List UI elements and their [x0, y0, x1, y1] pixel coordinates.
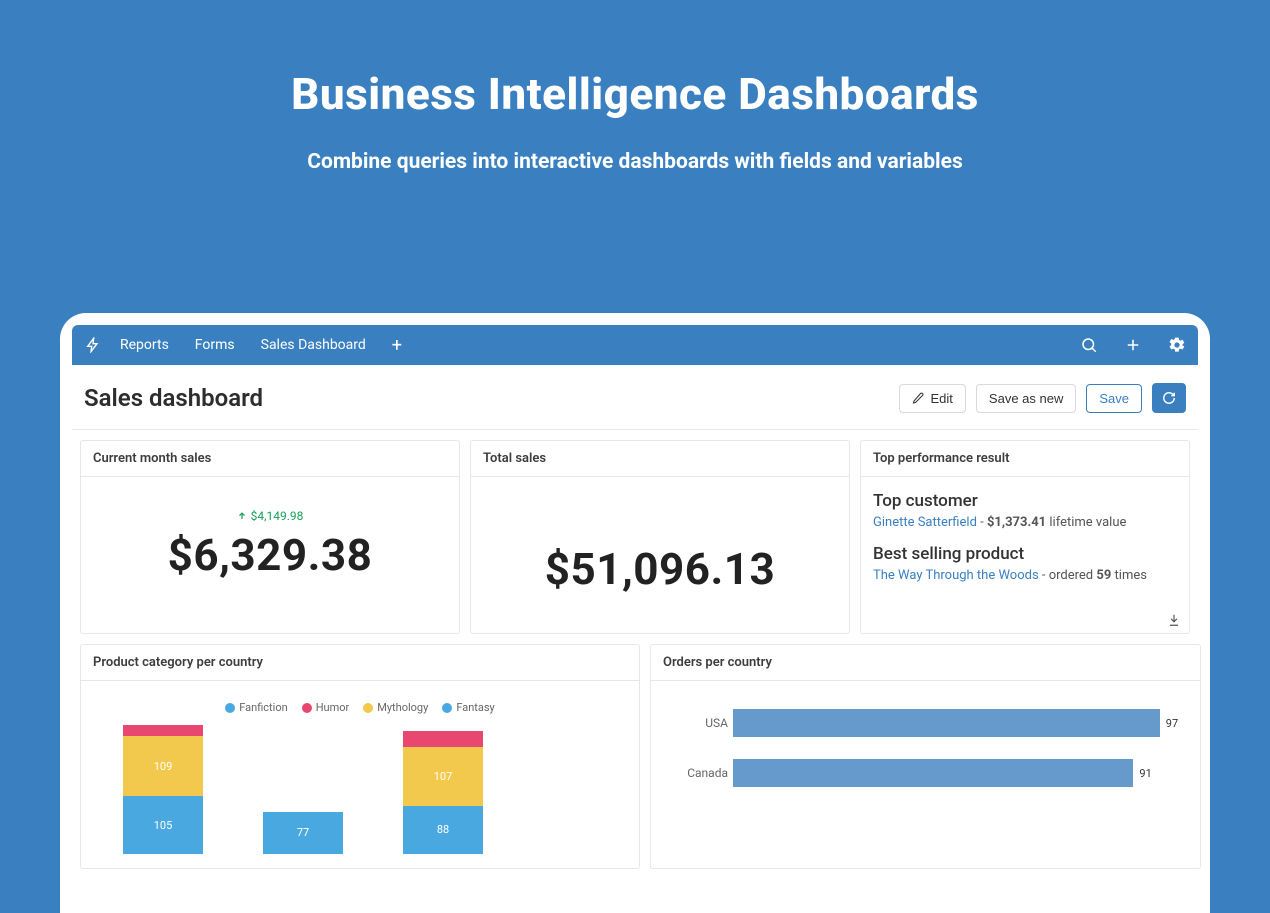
card-title: Orders per country: [651, 645, 1200, 681]
card-top-performance: Top performance result Top customer Gine…: [860, 440, 1190, 634]
hero-title: Business Intelligence Dashboards: [0, 68, 1270, 120]
tab-reports[interactable]: Reports: [120, 337, 169, 353]
best-product-suffix: times: [1115, 568, 1147, 583]
card-title: Product category per country: [81, 645, 639, 681]
stack-segment: 107: [403, 747, 483, 806]
card-title: Total sales: [471, 441, 849, 477]
delta-value: $4,149.98: [251, 509, 304, 523]
top-customer-heading: Top customer: [873, 491, 1177, 511]
plus-icon[interactable]: [1124, 336, 1142, 354]
hbar-bar: [733, 759, 1133, 787]
card-category-per-country: Product category per country Fanfiction H…: [80, 644, 640, 869]
pencil-icon: [912, 392, 925, 405]
card-title: Current month sales: [81, 441, 459, 477]
stack-segment: 77: [263, 812, 343, 854]
card-current-month-sales: Current month sales $4,149.98 $6,329.38: [80, 440, 460, 634]
top-customer-suffix: lifetime value: [1049, 515, 1126, 530]
search-icon[interactable]: [1080, 336, 1098, 354]
edit-button[interactable]: Edit: [899, 384, 966, 413]
edit-label: Edit: [931, 391, 953, 406]
hero-subtitle: Combine queries into interactive dashboa…: [0, 150, 1270, 174]
metric-value: $6,329.38: [93, 529, 447, 581]
stack-segment: 105: [123, 796, 203, 854]
hbar-row: USA 97: [733, 709, 1178, 737]
card-orders-per-country: Orders per country USA 97 Canada 91: [650, 644, 1201, 869]
best-product-count: 59: [1096, 568, 1111, 583]
topbar: Reports Forms Sales Dashboard +: [72, 325, 1198, 365]
best-product-heading: Best selling product: [873, 544, 1177, 564]
download-icon[interactable]: [1167, 613, 1181, 627]
hbar-bar: [733, 709, 1160, 737]
refresh-icon: [1162, 391, 1176, 405]
hbar-label: Canada: [673, 766, 728, 780]
app-window: Reports Forms Sales Dashboard + Sales da…: [60, 313, 1210, 913]
stack-column: 77: [263, 812, 343, 854]
best-product-line: The Way Through the Woods - ordered 59 t…: [873, 568, 1177, 583]
stack-segment: [403, 731, 483, 746]
stack-segment: 88: [403, 806, 483, 854]
page-title: Sales dashboard: [84, 384, 263, 412]
page-header: Sales dashboard Edit Save as new Save: [72, 365, 1198, 430]
stack-segment: [123, 725, 203, 736]
save-button[interactable]: Save: [1086, 384, 1142, 413]
save-as-new-button[interactable]: Save as new: [976, 384, 1076, 413]
refresh-button[interactable]: [1152, 383, 1186, 413]
metric-delta: $4,149.98: [93, 509, 447, 523]
bolt-icon: [84, 336, 102, 354]
add-tab-button[interactable]: +: [392, 335, 402, 356]
stack-segment: 109: [123, 736, 203, 796]
card-title: Top performance result: [861, 441, 1189, 477]
tab-bar: Reports Forms Sales Dashboard +: [120, 335, 402, 356]
arrow-up-icon: [237, 511, 247, 521]
hbar-value: 91: [1139, 767, 1151, 780]
hbar-label: USA: [673, 716, 728, 730]
legend-item: Mythology: [363, 701, 428, 714]
best-product-mid: ordered: [1049, 568, 1093, 583]
legend-item: Humor: [302, 701, 350, 714]
legend-item: Fanfiction: [225, 701, 287, 714]
legend-item: Fantasy: [442, 701, 494, 714]
hbar-row: Canada 91: [733, 759, 1178, 787]
stack-column: 88107: [403, 731, 483, 854]
tab-sales-dashboard[interactable]: Sales Dashboard: [261, 337, 366, 353]
hbar-chart: USA 97 Canada 91: [663, 695, 1188, 787]
tab-forms[interactable]: Forms: [195, 337, 235, 353]
hbar-value: 97: [1166, 717, 1178, 730]
chart-legend: Fanfiction Humor Mythology Fantasy: [93, 695, 627, 724]
best-product-link[interactable]: The Way Through the Woods: [873, 568, 1039, 583]
stacked-bar-chart: 105109 77 88107: [93, 724, 627, 854]
card-total-sales: Total sales $51,096.13: [470, 440, 850, 634]
stack-column: 105109: [123, 725, 203, 854]
top-customer-value: $1,373.41: [987, 515, 1046, 530]
gear-icon[interactable]: [1168, 336, 1186, 354]
top-customer-line: Ginette Satterfield - $1,373.41 lifetime…: [873, 515, 1177, 530]
top-customer-link[interactable]: Ginette Satterfield: [873, 515, 977, 530]
metric-value: $51,096.13: [483, 543, 837, 595]
